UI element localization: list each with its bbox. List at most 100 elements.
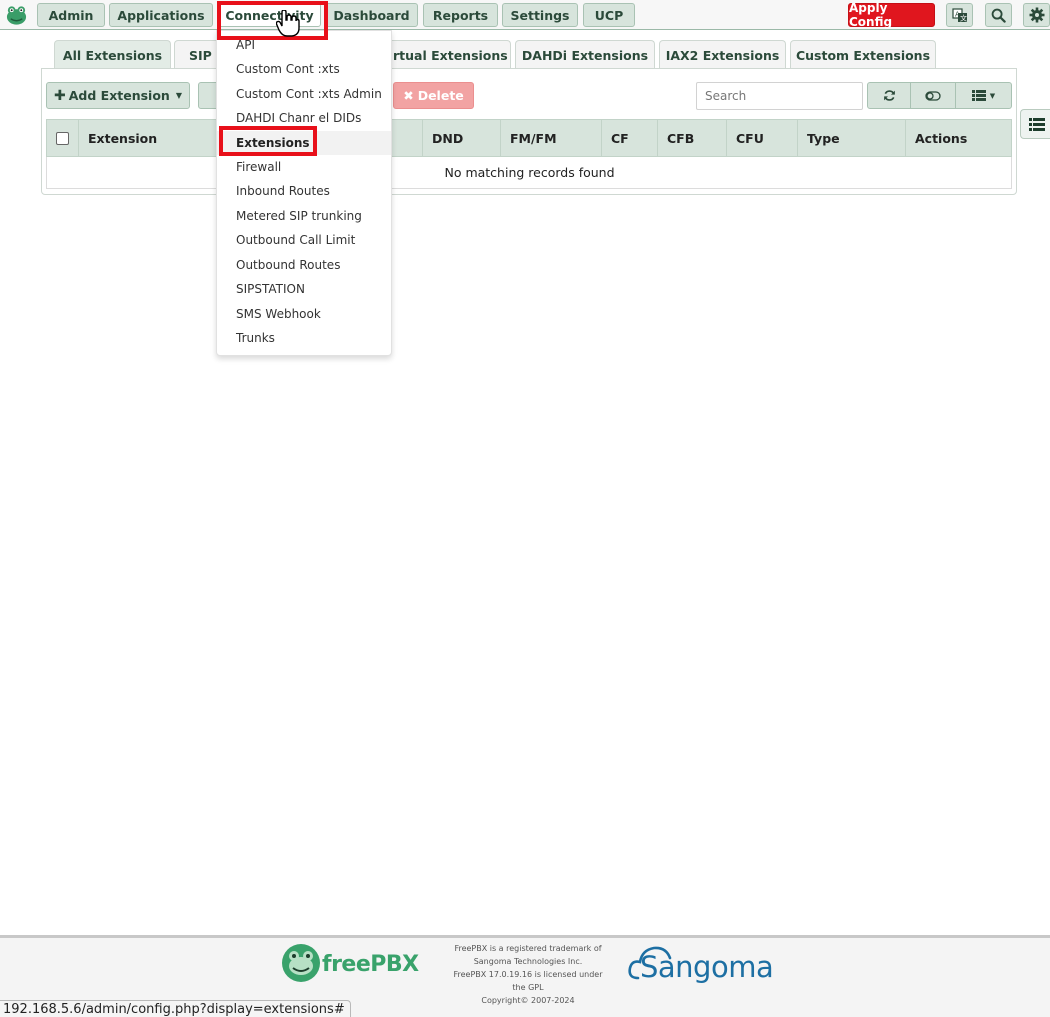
gear-icon — [1029, 7, 1044, 23]
refresh-button[interactable] — [867, 82, 911, 109]
dropdown-item-metered-sip-trunking[interactable]: Metered SIP trunking — [217, 204, 391, 228]
search-icon — [991, 8, 1006, 23]
list-icon — [971, 90, 986, 101]
tab-label: All Extensions — [62, 47, 163, 63]
menu-label: Settings — [510, 7, 570, 23]
apply-config-label: Apply Config — [849, 1, 893, 29]
footer-note-line: the GPL — [512, 983, 544, 992]
sangoma-logo-text[interactable]: Sangoma — [640, 950, 774, 984]
dropdown-item-label: Metered SIP trunking — [236, 209, 362, 223]
dropdown-item-label: Inbound Routes — [236, 184, 330, 198]
dropdown-item-label: Custom Cont :xts — [236, 62, 340, 76]
column-header-actions: Actions — [906, 120, 1011, 157]
dropdown-item-dahdi-channel-dids[interactable]: DAHDI Chanr el DIDs — [217, 106, 391, 130]
status-bar-url: 192.168.5.6/admin/config.php?display=ext… — [0, 1000, 351, 1017]
language-button[interactable]: A 文 — [946, 3, 973, 27]
tab-virtual-extensions[interactable]: Virtual Extensions — [376, 40, 511, 69]
footer-note-line: FreePBX 17.0.19.16 is licensed under — [453, 970, 603, 979]
dropdown-item-custom-contexts[interactable]: Custom Cont :xts — [217, 57, 391, 81]
tab-custom-extensions[interactable]: Custom Extensions — [790, 40, 936, 69]
search-button[interactable] — [985, 3, 1012, 27]
column-header-dnd[interactable]: DND — [423, 120, 501, 157]
freepbx-logo-icon[interactable] — [281, 943, 321, 983]
menu-label: UCP — [594, 7, 624, 23]
dropdown-item-label: SIPSTATION — [236, 282, 305, 296]
footer-note: FreePBX is a registered trademark of San… — [449, 942, 607, 1007]
add-extension-button[interactable]: ✚ Add Extension ▼ — [46, 82, 190, 109]
column-header-cfu[interactable]: CFU — [727, 120, 798, 157]
menu-label: Admin — [48, 7, 94, 23]
column-header-cfb[interactable]: CFB — [658, 120, 727, 157]
tab-label: IAX2 Extensions — [665, 47, 780, 63]
dropdown-item-outbound-routes[interactable]: Outbound Routes — [217, 253, 391, 277]
hand-cursor-icon — [276, 10, 300, 37]
top-menu-bar: Admin Applications Connectivity Dashboar… — [0, 0, 1050, 30]
tab-all-extensions[interactable]: All Extensions — [54, 40, 171, 69]
tab-label: DAHDi Extensions — [521, 47, 649, 63]
column-header-fmfm[interactable]: FM/FM — [501, 120, 602, 157]
dropdown-item-label: Extensions — [236, 136, 310, 150]
dropdown-item-inbound-routes[interactable]: Inbound Routes — [217, 179, 391, 203]
column-label: Actions — [915, 131, 968, 146]
dropdown-item-label: Outbound Call Limit — [236, 233, 356, 247]
column-label: CFB — [667, 131, 695, 146]
column-header-type[interactable]: Type — [798, 120, 906, 157]
tab-label: Virtual Extensions — [379, 47, 508, 63]
dropdown-item-label: Custom Cont :xts Admin — [236, 87, 382, 101]
column-label: Extension — [88, 131, 158, 146]
svg-text:文: 文 — [960, 14, 967, 23]
menu-label: Applications — [117, 7, 205, 23]
settings-button[interactable] — [1023, 3, 1050, 27]
refresh-icon — [883, 90, 895, 101]
menu-ucp[interactable]: UCP — [583, 3, 635, 27]
dropdown-item-label: Trunks — [236, 331, 275, 345]
menu-admin[interactable]: Admin — [37, 3, 105, 27]
tab-iax2-extensions[interactable]: IAX2 Extensions — [659, 40, 786, 69]
empty-message: No matching records found — [444, 165, 615, 180]
footer-note-line: FreePBX is a registered trademark of — [454, 944, 602, 953]
toggle-icon — [925, 90, 941, 101]
dropdown-item-trunks[interactable]: Trunks — [217, 326, 391, 350]
apply-config-button[interactable]: Apply Config — [848, 1, 935, 29]
caret-down-icon: ▼ — [989, 91, 996, 100]
columns-button[interactable]: ▼ — [955, 82, 1012, 109]
dropdown-item-outbound-call-limit[interactable]: Outbound Call Limit — [217, 228, 391, 252]
column-label: DND — [432, 131, 464, 146]
side-nav-toggle[interactable] — [1020, 109, 1050, 139]
dropdown-item-extensions[interactable]: Extensions — [217, 131, 391, 155]
tab-dahdi-extensions[interactable]: DAHDi Extensions — [515, 40, 655, 69]
dropdown-item-custom-contexts-admin[interactable]: Custom Cont :xts Admin — [217, 82, 391, 106]
table-empty-row: No matching records found — [46, 157, 1012, 189]
search-input[interactable] — [696, 82, 863, 110]
column-label: Type — [807, 131, 840, 146]
dropdown-item-label: Outbound Routes — [236, 258, 341, 272]
frog-logo-icon[interactable] — [5, 4, 28, 26]
menu-dashboard[interactable]: Dashboard — [325, 3, 418, 27]
dropdown-item-firewall[interactable]: Firewall — [217, 155, 391, 179]
delete-button[interactable]: ✖ Delete — [393, 82, 474, 109]
dropdown-item-sipstation[interactable]: SIPSTATION — [217, 277, 391, 301]
menu-label: Connectivity — [225, 7, 314, 23]
column-label: CFU — [736, 131, 764, 146]
dropdown-item-label: SMS Webhook — [236, 307, 321, 321]
menu-connectivity[interactable]: Connectivity — [218, 3, 321, 27]
times-icon: ✖ — [403, 88, 414, 103]
connectivity-dropdown-menu: API Custom Cont :xts Custom Cont :xts Ad… — [216, 30, 392, 356]
select-all-cell — [47, 120, 79, 157]
select-all-checkbox[interactable] — [56, 132, 69, 145]
menu-label: Dashboard — [333, 7, 410, 23]
dropdown-item-label: DAHDI Chanr el DIDs — [236, 111, 362, 125]
toggle-button[interactable] — [910, 82, 956, 109]
table-header: Extension DND FM/FM CF CFB CFU Type Acti… — [46, 119, 1012, 157]
menu-reports[interactable]: Reports — [423, 3, 498, 27]
add-extension-label: Add Extension — [68, 88, 170, 103]
menu-applications[interactable]: Applications — [109, 3, 213, 27]
footer-note-line: Copyright© 2007-2024 — [481, 996, 575, 1005]
dropdown-item-sms-webhook[interactable]: SMS Webhook — [217, 302, 391, 326]
dropdown-item-label: Firewall — [236, 160, 282, 174]
footer-note-line: Sangoma Technologies Inc. — [473, 957, 583, 966]
tab-label: Custom Extensions — [795, 47, 931, 63]
column-header-cf[interactable]: CF — [602, 120, 658, 157]
menu-settings[interactable]: Settings — [502, 3, 578, 27]
dropdown-item-api[interactable]: API — [217, 33, 391, 57]
